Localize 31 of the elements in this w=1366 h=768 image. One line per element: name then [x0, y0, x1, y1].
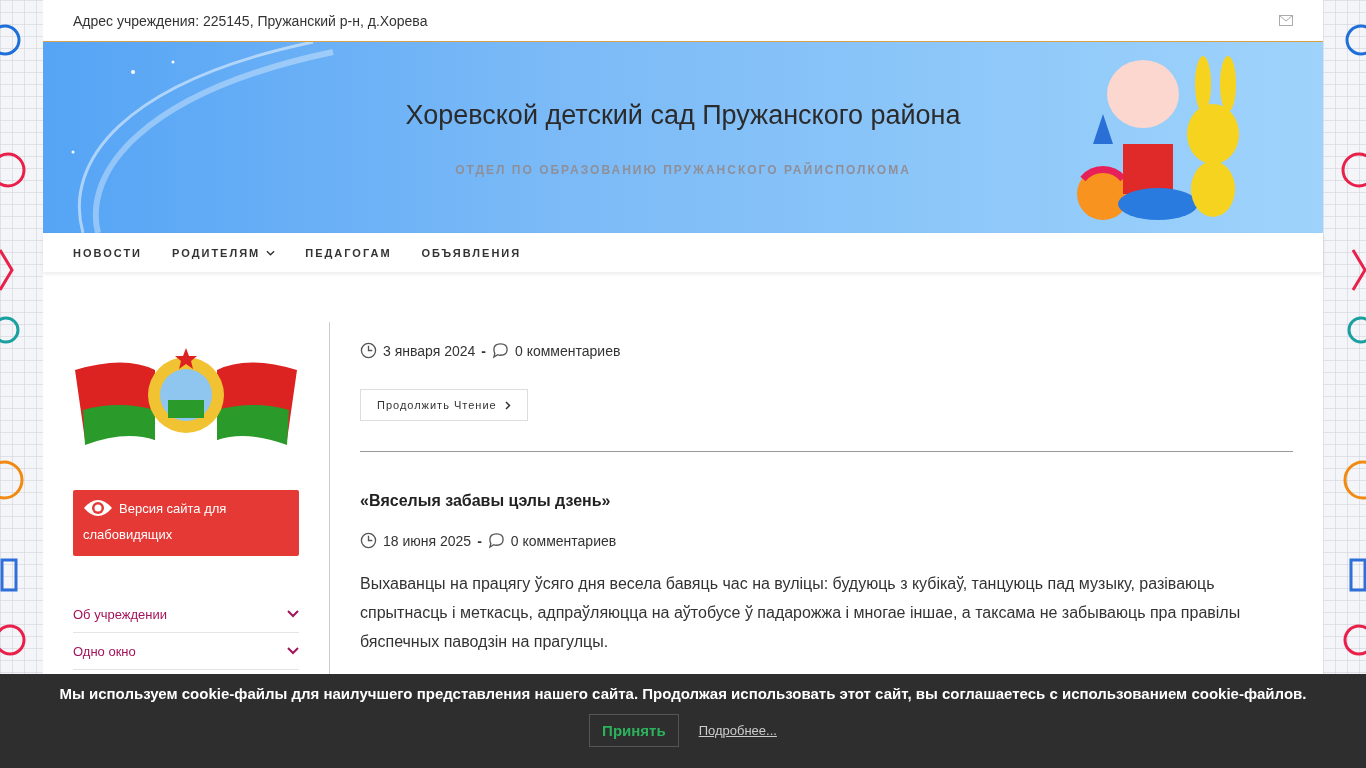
site-title[interactable]: Хоревской детский сад Пружанского района: [405, 100, 961, 131]
separator-dash: -: [481, 342, 486, 359]
nav-link[interactable]: ПЕДАГОГАМ: [305, 246, 392, 259]
comments-link[interactable]: 0 комментариев: [515, 342, 621, 359]
comment-icon: [487, 532, 505, 549]
site-subtitle: ОТДЕЛ ПО ОБРАЗОВАНИЮ ПРУЖАНСКОГО РАЙИСПОЛКОМА: [455, 163, 911, 177]
separator-dash: -: [477, 532, 482, 549]
post-title[interactable]: «Вяселыя забавы цэлы дзень»: [360, 492, 1293, 510]
clock-icon: [360, 532, 377, 549]
comments-link[interactable]: 0 комментариев: [510, 532, 617, 549]
clock-icon: [360, 342, 377, 359]
chevron-right-icon: [504, 400, 511, 410]
address-text: Адрес учреждения: 225145, Пружанский р-н, д.Хорева: [73, 12, 428, 29]
post-date: 3 января 2024: [383, 342, 476, 359]
read-more-button[interactable]: Продолжить Чтение: [360, 389, 528, 421]
caret-icon: [266, 249, 276, 256]
accept-button[interactable]: Принять: [589, 714, 679, 747]
sidebar-menu-item[interactable]: Об учреждении: [73, 606, 167, 622]
comment-icon: [492, 342, 509, 359]
cookie-message: Мы используем cookie-файлы для наилучшего представления нашего сайта. Продолжая использовать этот сайт, вы соглашаетесь с использованием cookie-файлов.: [59, 685, 1307, 702]
eye-icon: [83, 498, 113, 518]
nav-link[interactable]: РОДИТЕЛЯМ: [172, 246, 276, 259]
chevron-down-icon[interactable]: [287, 647, 299, 655]
sidebar-menu-item[interactable]: Одно окно: [73, 643, 136, 659]
more-link[interactable]: Подробнее...: [698, 723, 777, 738]
nav-link[interactable]: НОВОСТИ: [73, 246, 143, 259]
accessibility-button[interactable]: Версия сайта для слабовидящих: [73, 490, 299, 556]
chevron-down-icon[interactable]: [287, 610, 299, 618]
post-date: 18 июня 2025: [383, 532, 472, 549]
post-excerpt: Выхаванцы на працягу ўсяго дня весела бавяць час на вуліцы: будуюць з кубікаў, танцуюць пад музыку, разіваюць спрытнасць і меткасць, адпраўляюцца на аўтобусе ў падарожжа і многае іншае, а таксама не забываюць пра правілы бяспечных паводзін на прагулцы.: [360, 574, 1242, 652]
nav-link[interactable]: ОБЪЯВЛЕНИЯ: [421, 246, 522, 259]
